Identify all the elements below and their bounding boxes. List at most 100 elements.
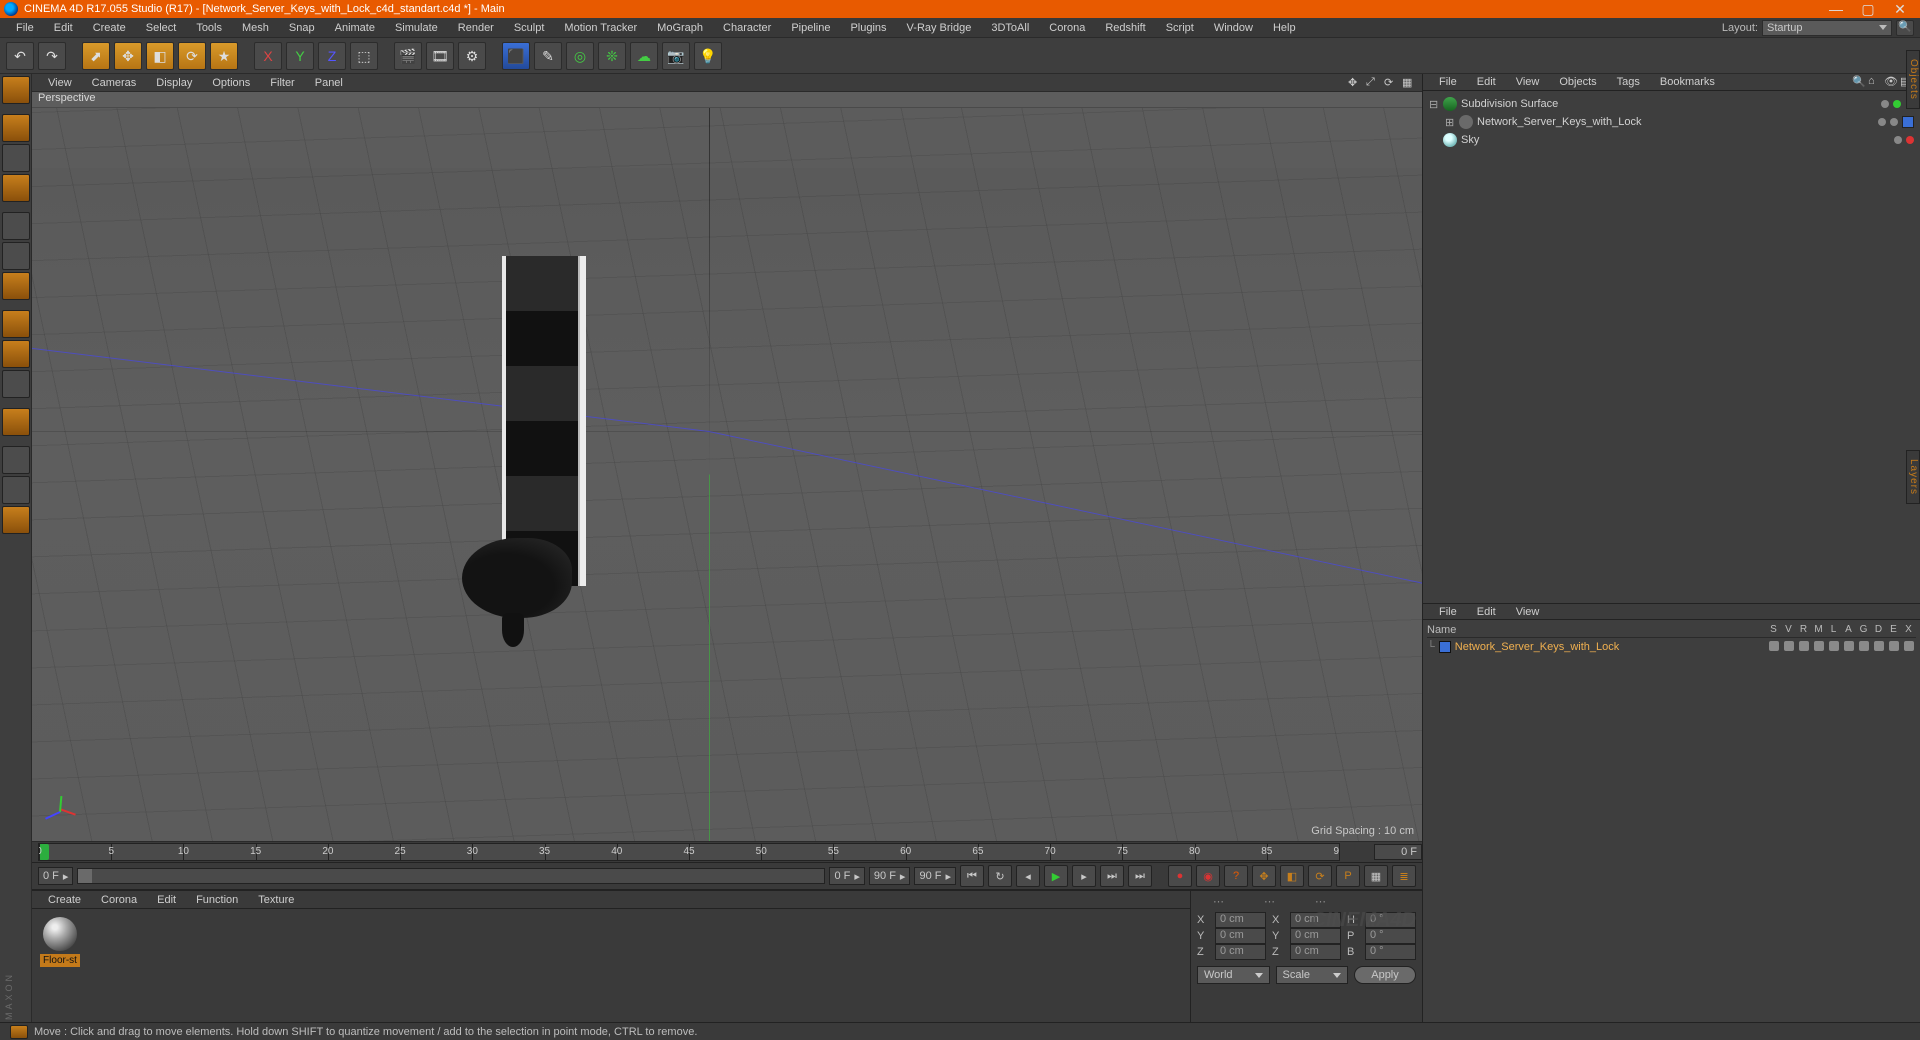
menu-script[interactable]: Script <box>1156 18 1204 38</box>
objmenu-bookmarks[interactable]: Bookmarks <box>1650 76 1725 88</box>
recent-tool[interactable]: ★ <box>210 42 238 70</box>
loop-button[interactable]: ↻ <box>988 865 1012 887</box>
menu-render[interactable]: Render <box>448 18 504 38</box>
timeline-ruler[interactable]: 051015202530354045505560657075808590 0 F <box>32 842 1422 862</box>
next-frame-button[interactable]: ▸ <box>1072 865 1096 887</box>
workplane-button[interactable] <box>2 446 30 474</box>
viewport-layout-icon[interactable]: ▦ <box>1402 76 1416 90</box>
coord-system-toggle[interactable]: ⬚ <box>350 42 378 70</box>
om-search-icon[interactable]: 🔍 <box>1852 75 1866 89</box>
matmenu-function[interactable]: Function <box>186 894 248 906</box>
coord-pos-field[interactable]: 0 cm <box>1215 928 1266 944</box>
snap-button[interactable] <box>2 408 30 436</box>
object-tree-item[interactable]: ⊟Subdivision Surface✓ <box>1429 95 1914 113</box>
material-list[interactable]: Floor-st <box>32 909 1190 1022</box>
scale-tool[interactable]: ◧ <box>146 42 174 70</box>
layermenu-view[interactable]: View <box>1506 606 1550 618</box>
polys-mode-button[interactable] <box>2 272 30 300</box>
axis-tool-2[interactable] <box>2 340 30 368</box>
goto-last-button[interactable]: ⏭ <box>1128 865 1152 887</box>
visibility-dot-icon[interactable] <box>1890 118 1898 126</box>
planar-workplane-button[interactable] <box>2 506 30 534</box>
layer-col-m[interactable]: M <box>1811 624 1826 635</box>
menu-plugins[interactable]: Plugins <box>840 18 896 38</box>
menu-vraybridge[interactable]: V-Ray Bridge <box>897 18 982 38</box>
vmenu-options[interactable]: Options <box>202 77 260 89</box>
objmenu-view[interactable]: View <box>1506 76 1550 88</box>
axis-tool-1[interactable] <box>2 310 30 338</box>
matmenu-texture[interactable]: Texture <box>248 894 304 906</box>
matmenu-corona[interactable]: Corona <box>91 894 147 906</box>
rotate-tool[interactable]: ⟳ <box>178 42 206 70</box>
layer-col-r[interactable]: R <box>1796 624 1811 635</box>
layer-manager[interactable]: NameSVRMLAGDEX └Network_Server_Keys_with… <box>1423 620 1920 1022</box>
vmenu-view[interactable]: View <box>38 77 82 89</box>
object-name[interactable]: Subdivision Surface <box>1461 98 1558 110</box>
vmenu-filter[interactable]: Filter <box>260 77 304 89</box>
start-frame-field[interactable]: 0 F▸ <box>38 867 73 885</box>
material-swatch[interactable]: Floor-st <box>40 917 80 967</box>
render-view-button[interactable]: 🎬 <box>394 42 422 70</box>
redo-button[interactable]: ↷ <box>38 42 66 70</box>
layer-color-swatch[interactable] <box>1439 641 1451 653</box>
coord-apply-button[interactable]: Apply <box>1354 966 1416 984</box>
layer-flag-icon[interactable] <box>1829 641 1839 651</box>
tree-expander-icon[interactable]: ⊟ <box>1429 98 1439 111</box>
object-tree-item[interactable]: Sky <box>1429 131 1914 149</box>
visibility-dot-icon[interactable] <box>1881 100 1889 108</box>
add-spline-button[interactable]: ✎ <box>534 42 562 70</box>
layer-col-d[interactable]: D <box>1871 624 1886 635</box>
side-tab-objects[interactable]: Objects <box>1906 50 1920 109</box>
layer-flag-icon[interactable] <box>1844 641 1854 651</box>
texture-mode-button[interactable] <box>2 144 30 172</box>
coord-pos-field[interactable]: 0 cm <box>1215 912 1266 928</box>
object-name[interactable]: Sky <box>1461 134 1479 146</box>
layer-flag-icon[interactable] <box>1799 641 1809 651</box>
points-mode-button[interactable] <box>2 212 30 240</box>
coord-pos-field[interactable]: 0 cm <box>1215 944 1266 960</box>
object-name[interactable]: Network_Server_Keys_with_Lock <box>1477 116 1641 128</box>
timeline-endframe-field[interactable]: 0 F <box>1374 844 1422 860</box>
visibility-dot-icon[interactable] <box>1878 118 1886 126</box>
viewport-nav-rotate-icon[interactable]: ⟳ <box>1384 76 1398 90</box>
layer-col-x[interactable]: X <box>1901 624 1916 635</box>
record-key-button[interactable]: ● <box>1168 865 1192 887</box>
menu-select[interactable]: Select <box>136 18 187 38</box>
menu-redshift[interactable]: Redshift <box>1095 18 1155 38</box>
axis-z-lock[interactable]: Z <box>318 42 346 70</box>
viewport-nav-move-icon[interactable]: ✥ <box>1348 76 1362 90</box>
fcurve-button[interactable]: ≣ <box>1392 865 1416 887</box>
menu-corona[interactable]: Corona <box>1039 18 1095 38</box>
layermenu-edit[interactable]: Edit <box>1467 606 1506 618</box>
menu-tools[interactable]: Tools <box>186 18 232 38</box>
add-deformer-button[interactable]: ❊ <box>598 42 626 70</box>
viewport-solo-button[interactable] <box>2 370 30 398</box>
menu-file[interactable]: File <box>6 18 44 38</box>
make-editable-button[interactable] <box>2 76 30 104</box>
layer-flag-icon[interactable] <box>1859 641 1869 651</box>
side-tab-layers[interactable]: Layers <box>1906 450 1920 504</box>
range-end2-field[interactable]: 90 F▸ <box>914 867 956 885</box>
visibility-dot-icon[interactable] <box>1906 136 1914 144</box>
matmenu-create[interactable]: Create <box>38 894 91 906</box>
menu-simulate[interactable]: Simulate <box>385 18 448 38</box>
rot-key-button[interactable]: ⟳ <box>1308 865 1332 887</box>
om-home-icon[interactable]: ⌂ <box>1868 75 1882 89</box>
layer-col-a[interactable]: A <box>1841 624 1856 635</box>
add-primitive-button[interactable]: ⬛ <box>502 42 530 70</box>
layer-flag-icon[interactable] <box>1874 641 1884 651</box>
objmenu-objects[interactable]: Objects <box>1549 76 1606 88</box>
pos-key-button[interactable]: ✥ <box>1252 865 1276 887</box>
objmenu-tags[interactable]: Tags <box>1607 76 1650 88</box>
viewport-3d[interactable]: Grid Spacing : 10 cm <box>32 108 1422 842</box>
menu-create[interactable]: Create <box>83 18 136 38</box>
layer-name[interactable]: Network_Server_Keys_with_Lock <box>1455 641 1619 653</box>
coord-mode-scale[interactable]: Scale <box>1276 966 1349 984</box>
object-tree-item[interactable]: ⊞Network_Server_Keys_with_Lock <box>1429 113 1914 131</box>
goto-end-button[interactable]: ⏭ <box>1100 865 1124 887</box>
objmenu-file[interactable]: File <box>1429 76 1467 88</box>
layout-search-icon[interactable]: 🔍 <box>1896 20 1914 36</box>
render-settings-button[interactable]: ⚙ <box>458 42 486 70</box>
workplane-mode-button[interactable] <box>2 174 30 202</box>
objmenu-edit[interactable]: Edit <box>1467 76 1506 88</box>
